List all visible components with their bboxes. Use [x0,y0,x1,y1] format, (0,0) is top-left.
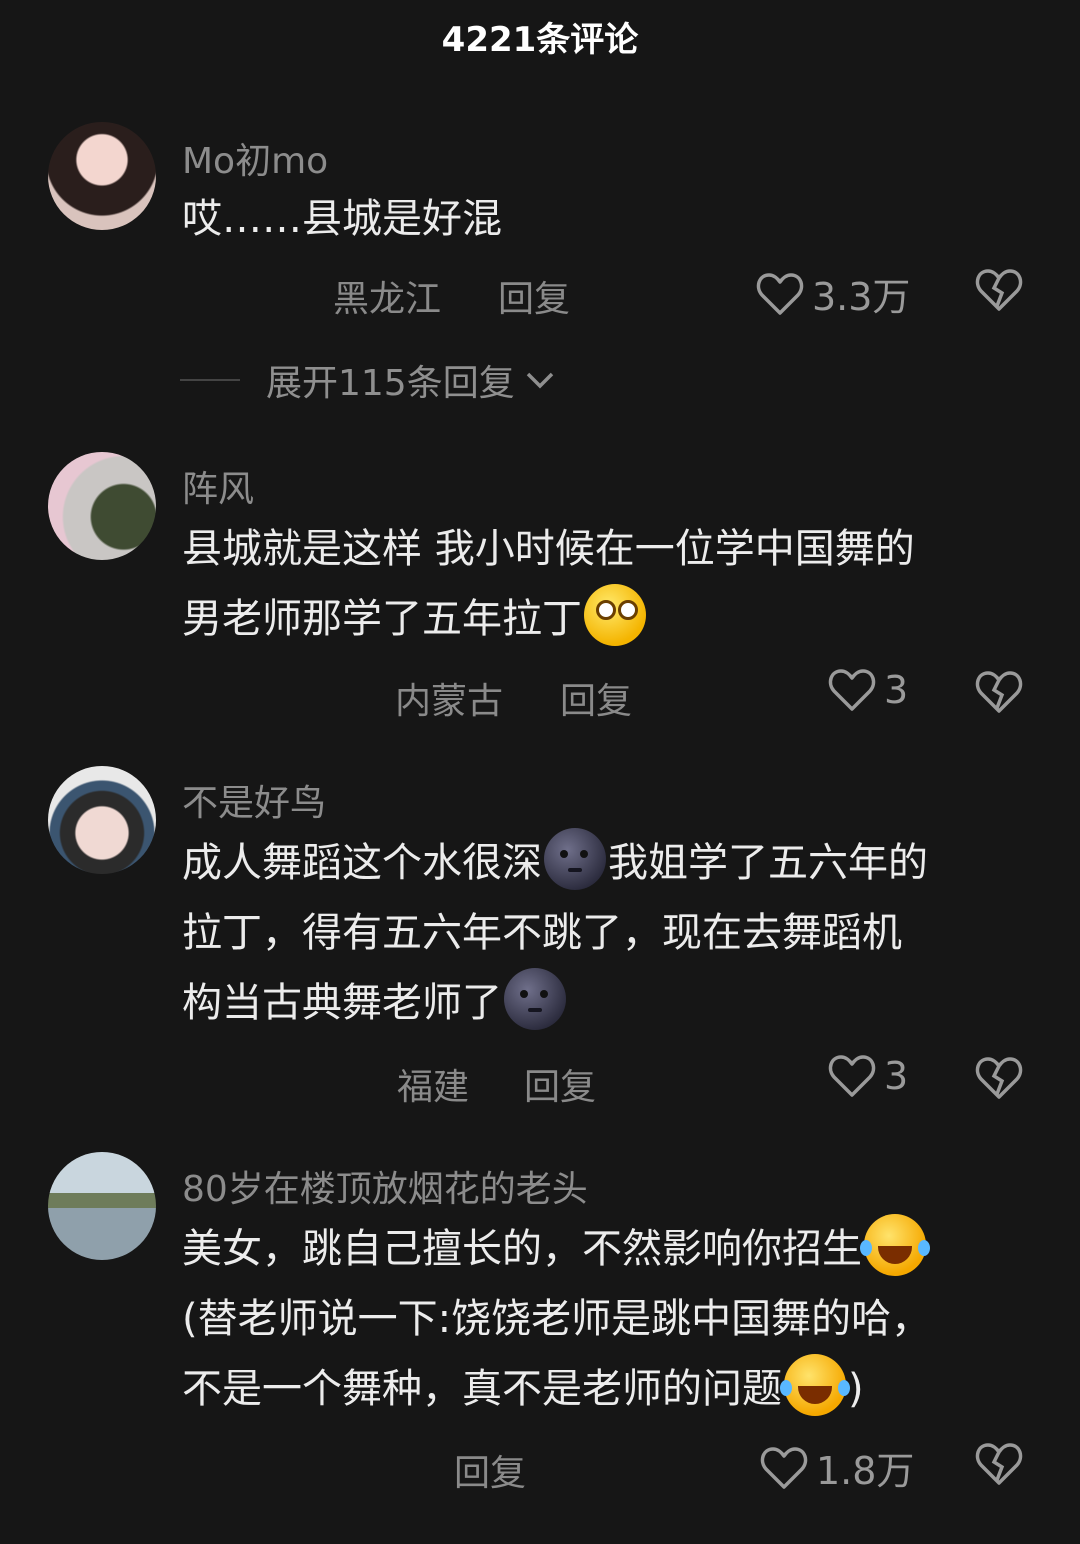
comment-text: 美女，跳自己擅长的，不然影响你招生 (替老师说一下:饶饶老师是跳中国舞的哈， 不… [182,1214,1022,1424]
chevron-down-icon [526,372,553,389]
avatar[interactable] [48,122,156,230]
broken-heart-icon[interactable] [975,1056,1023,1100]
new-moon-face-emoji [544,828,606,890]
comment-username[interactable]: 80岁在楼顶放烟花的老头 [182,1160,588,1212]
comment-username[interactable]: 阵风 [182,460,254,512]
heart-icon [828,669,876,711]
like-button[interactable]: 1.8万 [760,1440,914,1495]
expand-replies-button[interactable]: 展开115条回复 [180,354,555,406]
comment-line: 构当古典舞老师了 [182,980,502,1026]
comment-location: 内蒙古 [395,681,504,722]
broken-heart-icon[interactable] [975,268,1023,312]
comments-count-title: 4221条评论 [441,20,639,60]
comment-line: (替老师说一下:饶饶老师是跳中国舞的哈， [182,1296,932,1342]
avatar[interactable] [48,452,156,560]
like-button[interactable]: 3 [828,1054,908,1098]
like-count: 1.8万 [816,1449,915,1493]
comment-line: 成人舞蹈这个水很深 [182,840,542,886]
like-button[interactable]: 3.3万 [756,266,910,321]
comment-username[interactable]: 不是好鸟 [182,774,326,826]
comment-line: 哎……县城是好混 [182,196,502,242]
broken-heart-icon[interactable] [975,1442,1023,1486]
comment-location: 福建 [397,1067,470,1108]
reply-button[interactable]: 回复 [454,1444,526,1496]
comment-text: 成人舞蹈这个水很深 我姐学了五六年的 拉丁，得有五六年不跳了，现在去舞蹈机 构当古… [182,828,1022,1038]
expand-replies-label: 展开115条回复 [266,363,515,404]
reply-button[interactable]: 回复 [524,1058,596,1110]
comment-line: 我姐学了五六年的 [608,840,928,886]
like-count: 3 [884,668,909,712]
divider [180,379,240,381]
comment-line: 不是一个舞种，真不是老师的问题 [182,1366,782,1412]
like-button[interactable]: 3 [828,668,908,712]
comment-line: 拉丁，得有五六年不跳了，现在去舞蹈机 [182,910,902,956]
comment-line: 男老师那学了五年拉丁 [182,596,582,642]
avatar[interactable] [48,1152,156,1260]
laughing-tears-emoji [860,1214,926,1276]
comment-line: 美女，跳自己擅长的，不然影响你招生 [182,1226,862,1272]
reply-button[interactable]: 回复 [560,672,632,724]
laughing-tears-emoji [780,1354,846,1416]
comment-line: 县城就是这样 我小时候在一位学中国舞的 [182,526,915,572]
smile-emoji [584,584,646,646]
new-moon-face-emoji [504,968,566,1030]
heart-icon [760,1446,808,1489]
reply-button[interactable]: 回复 [498,270,570,322]
heart-icon [828,1055,876,1097]
comment-text: 县城就是这样 我小时候在一位学中国舞的 男老师那学了五年拉丁 [182,514,1022,654]
heart-icon [756,272,804,315]
broken-heart-icon[interactable] [975,670,1023,714]
like-count: 3 [884,1054,909,1098]
comment-location: 黑龙江 [333,279,442,320]
avatar[interactable] [48,766,156,874]
comment-username[interactable]: Mo初mo [182,132,328,184]
comment-line: ) [848,1366,864,1412]
comment-text: 哎……县城是好混 [182,184,1022,254]
like-count: 3.3万 [812,275,911,319]
